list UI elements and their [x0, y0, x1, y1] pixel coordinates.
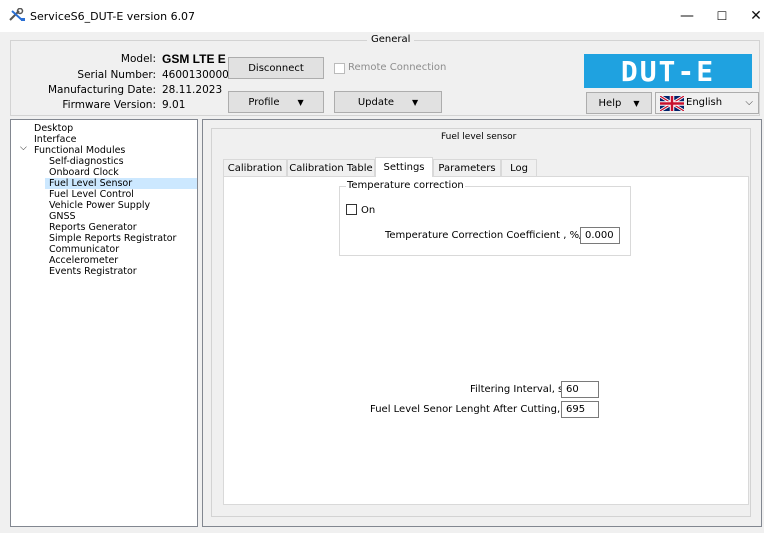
tree-item-onboard-clock[interactable]: Onboard Clock — [49, 167, 119, 178]
update-dropdown[interactable]: Update ▼ — [334, 91, 442, 113]
dut-e-logo: DUT-E — [584, 54, 752, 88]
uk-flag-icon — [660, 96, 684, 111]
tab-parameters[interactable]: Parameters — [433, 159, 501, 176]
minimize-button[interactable]: — — [672, 6, 702, 26]
remote-connection-label: Remote Connection — [348, 62, 447, 73]
language-select[interactable]: English ⌵ — [655, 92, 759, 114]
disconnect-button[interactable]: Disconnect — [228, 57, 324, 79]
dropdown-arrow-icon: ▼ — [297, 97, 304, 107]
main-panel: Fuel level sensor Calibration Calibratio… — [202, 119, 762, 527]
tree-item-self-diagnostics[interactable]: Self-diagnostics — [49, 156, 124, 167]
tab-calibration-table-label: Calibration Table — [289, 162, 373, 174]
tree-item-functional-modules[interactable]: Functional Modules — [34, 145, 125, 156]
title-bar: ServiceS6_DUT-E version 6.07 — ☐ ✕ — [0, 0, 764, 32]
profile-dropdown[interactable]: Profile ▼ — [228, 91, 324, 113]
expand-chevron-icon[interactable]: ⌵ — [20, 142, 27, 153]
profile-label: Profile — [248, 96, 280, 108]
serial-value: 46001300004 — [162, 69, 236, 81]
tree-item-desktop[interactable]: Desktop — [34, 123, 73, 134]
sensor-length-input[interactable]: 695 — [561, 401, 599, 418]
sensor-length-label: Fuel Level Senor Lenght After Cutting, m… — [370, 404, 587, 415]
correction-coefficient-input[interactable]: 0.000 — [580, 227, 620, 244]
tree-item-fuel-level-control[interactable]: Fuel Level Control — [49, 189, 134, 200]
remote-connection-checkbox[interactable] — [334, 63, 345, 74]
mfg-date-value: 28.11.2023 — [162, 84, 223, 96]
maximize-button[interactable]: ☐ — [707, 6, 737, 26]
tree-item-gnss[interactable]: GNSS — [49, 211, 76, 222]
tab-parameters-label: Parameters — [438, 162, 496, 174]
filtering-interval-label: Filtering Interval, s: — [470, 384, 567, 395]
tree-item-communicator[interactable]: Communicator — [49, 244, 119, 255]
tab-log-label: Log — [510, 162, 528, 174]
model-value: GSM LTE E — [162, 52, 226, 66]
temperature-correction-group — [339, 186, 631, 256]
tab-log[interactable]: Log — [501, 159, 537, 176]
tab-settings-label: Settings — [383, 162, 425, 173]
tree-item-reports-generator[interactable]: Reports Generator — [49, 222, 137, 233]
tree-item-interface[interactable]: Interface — [34, 134, 77, 145]
temperature-correction-on-checkbox[interactable] — [346, 204, 357, 215]
tab-calibration[interactable]: Calibration — [223, 159, 287, 176]
firmware-value: 9.01 — [162, 99, 186, 111]
tree-item-accelerometer[interactable]: Accelerometer — [49, 255, 118, 266]
filtering-interval-input[interactable]: 60 — [561, 381, 599, 398]
tree-item-fuel-level-sensor[interactable]: Fuel Level Sensor — [45, 178, 197, 189]
wrench-screwdriver-icon — [9, 8, 25, 21]
temperature-correction-on-label: On — [361, 205, 376, 216]
serial-label: Serial Number: — [77, 69, 156, 81]
tab-calibration-label: Calibration — [227, 162, 283, 174]
fuel-level-sensor-legend: Fuel level sensor — [441, 132, 517, 142]
dropdown-arrow-icon: ▼ — [412, 97, 419, 107]
general-legend: General — [367, 34, 415, 45]
help-label: Help — [598, 97, 622, 109]
tab-settings[interactable]: Settings — [375, 157, 433, 177]
help-dropdown[interactable]: Help ▼ — [586, 92, 652, 114]
tree-item-events-registrator[interactable]: Events Registrator — [49, 266, 137, 277]
firmware-label: Firmware Version: — [62, 99, 156, 111]
temperature-correction-legend: Temperature correction — [346, 180, 465, 191]
chevron-down-icon: ⌵ — [745, 97, 753, 108]
model-label: Model: — [120, 53, 156, 65]
module-tree[interactable]: ⌵ Desktop Interface Functional Modules S… — [10, 119, 198, 527]
tree-item-simple-reports-registrator[interactable]: Simple Reports Registrator — [49, 233, 176, 244]
dropdown-arrow-icon: ▼ — [633, 98, 640, 108]
window-title: ServiceS6_DUT-E version 6.07 — [30, 10, 196, 23]
mfg-date-label: Manufacturing Date: — [47, 84, 156, 96]
disconnect-label: Disconnect — [248, 62, 304, 74]
update-label: Update — [357, 96, 395, 108]
logo-text: DUT-E — [620, 54, 716, 88]
tree-item-vehicle-power-supply[interactable]: Vehicle Power Supply — [49, 200, 150, 211]
language-value: English — [686, 97, 723, 108]
close-button[interactable]: ✕ — [741, 6, 764, 26]
tab-calibration-table[interactable]: Calibration Table — [287, 159, 375, 176]
correction-coefficient-label: Temperature Correction Coefficient , %/°… — [385, 230, 598, 241]
